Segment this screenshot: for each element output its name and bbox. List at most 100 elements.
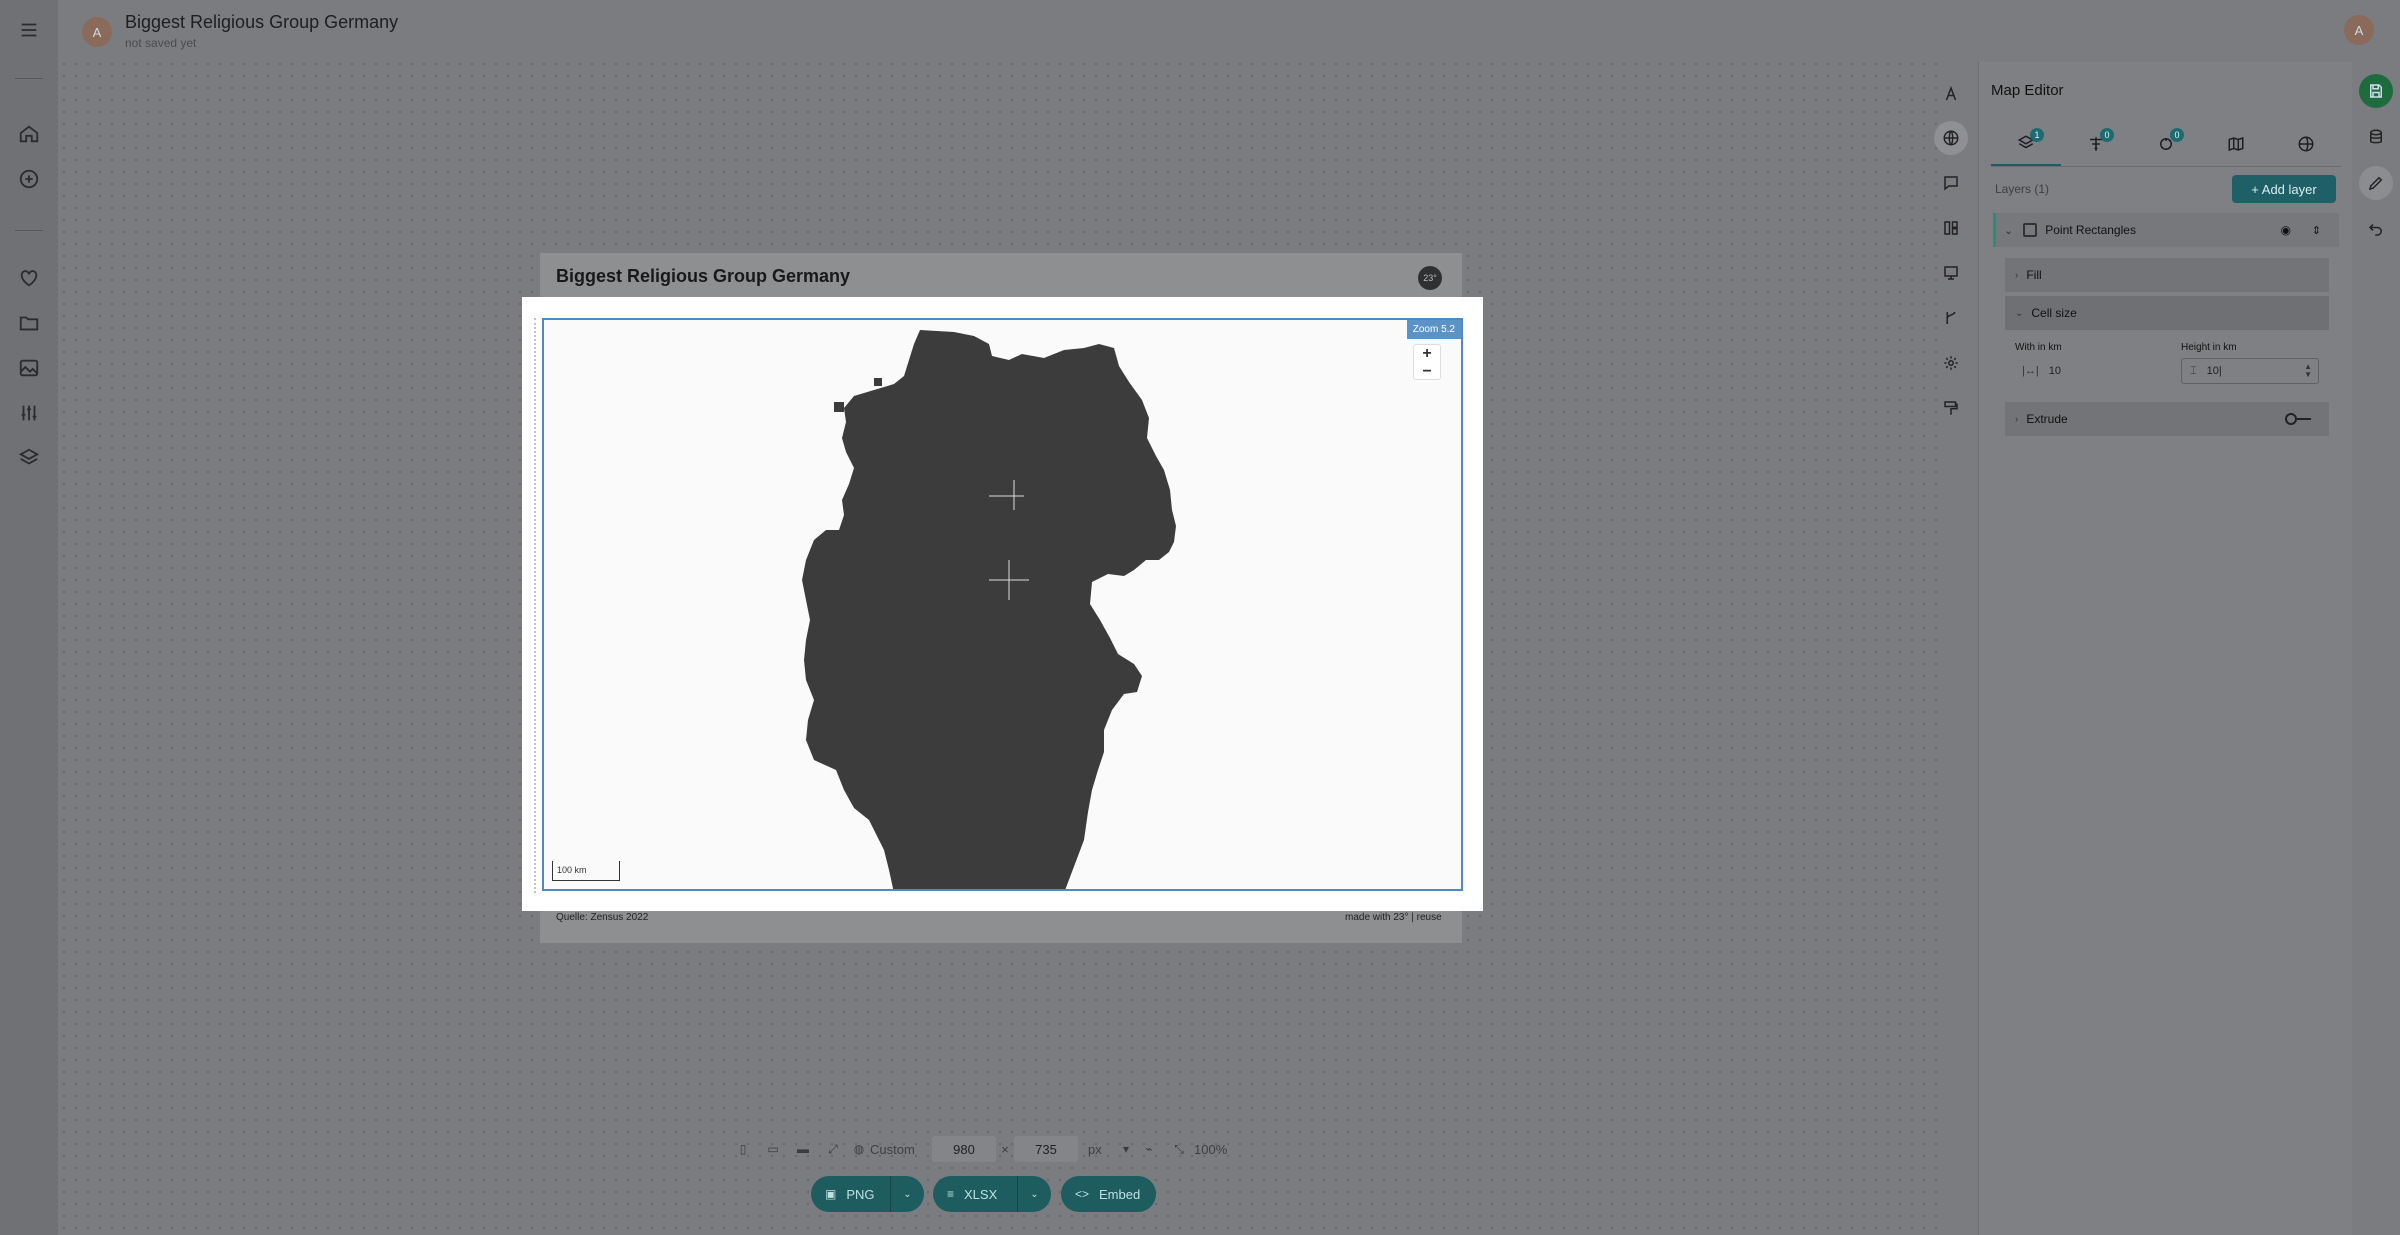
preset-icon: ◍	[853, 1142, 865, 1156]
height-icon: ⌶	[2190, 364, 2197, 377]
tablet-icon[interactable]: ▭	[758, 1142, 788, 1156]
section-cell-size[interactable]: ⌄ Cell size	[2005, 296, 2329, 330]
times-sign: ×	[1001, 1141, 1009, 1157]
layer-name: Point Rectangles	[2045, 223, 2136, 237]
scale-label: 100 km	[557, 865, 587, 875]
chevron-down-icon[interactable]: ⌄	[890, 1176, 924, 1212]
zoom-in-button[interactable]: +	[1422, 345, 1431, 363]
save-button[interactable]	[2359, 74, 2393, 108]
sliders-icon[interactable]	[15, 399, 43, 427]
tab-projection[interactable]	[2271, 122, 2341, 166]
add-circle-icon[interactable]	[15, 165, 43, 193]
chevron-down-icon[interactable]: ⌄	[2004, 224, 2013, 237]
tab-layers[interactable]: 1	[1991, 122, 2061, 166]
folder-icon[interactable]	[15, 309, 43, 337]
card-title[interactable]: Biggest Religious Group Germany	[556, 266, 850, 287]
user-initial: A	[2354, 22, 2364, 38]
tab-count: 0	[2100, 128, 2114, 142]
document-title[interactable]: Biggest Religious Group Germany	[125, 12, 398, 33]
extrude-toggle[interactable]	[2285, 413, 2311, 425]
text-icon[interactable]	[1934, 77, 1968, 111]
heart-icon[interactable]	[15, 264, 43, 292]
chevron-right-icon: ›	[2015, 413, 2019, 425]
image-icon[interactable]	[15, 354, 43, 382]
height-input[interactable]: ⌶ 10| ▲ ▼	[2181, 358, 2319, 384]
source-note: Quelle: Zensus 2022	[556, 912, 649, 923]
section-label: Fill	[2026, 268, 2042, 282]
zoom-control: + −	[1413, 344, 1441, 380]
width-label: With in km	[2015, 342, 2062, 353]
xlsx-label: XLSX	[964, 1186, 998, 1202]
image-icon: ▣	[825, 1187, 837, 1201]
height-px-input[interactable]: 735	[1014, 1136, 1078, 1162]
chevron-down-icon: ⌄	[2015, 307, 2024, 319]
phone-icon[interactable]: ▯	[728, 1142, 758, 1156]
laptop-icon[interactable]: ▬	[788, 1142, 818, 1156]
edit-icon[interactable]	[2359, 166, 2393, 200]
resize-icon[interactable]: ⤡	[1164, 1142, 1194, 1157]
germany-map	[802, 330, 1176, 889]
chevron-right-icon: ›	[2015, 269, 2019, 281]
section-label: Extrude	[2026, 412, 2068, 426]
globe-icon	[2298, 136, 2314, 152]
size-preset[interactable]: Custom	[870, 1142, 932, 1157]
toggle-knob	[2285, 413, 2297, 425]
map-icon	[2228, 136, 2244, 152]
editor-title: Map Editor	[1991, 82, 2064, 99]
toggle-track	[2297, 418, 2311, 420]
tab-basemap[interactable]	[2201, 122, 2271, 166]
caret-down-icon[interactable]: ▾	[1118, 1142, 1134, 1156]
height-label: Height in km	[2181, 342, 2237, 353]
chevron-down-icon[interactable]: ⌄	[1017, 1176, 1051, 1212]
width-input[interactable]: |↔| 10	[2013, 358, 2163, 384]
unit-select[interactable]: px	[1088, 1142, 1118, 1157]
size-bar: ▯ ▭ ▬ ⤢ ◍ Custom 980 × 735 px ▾ ⌁ ⤡ 100%	[728, 1136, 1227, 1162]
reorder-icon[interactable]: ⇕	[2312, 224, 2321, 237]
tab-filters[interactable]: 0	[2061, 122, 2131, 166]
width-icon: |↔|	[2022, 365, 2039, 377]
section-fill[interactable]: › Fill	[2005, 258, 2329, 292]
code-icon: <>	[1075, 1187, 1090, 1201]
add-layer-button[interactable]: + Add layer	[2232, 175, 2336, 203]
undo-icon[interactable]	[2359, 212, 2393, 246]
branch-icon[interactable]	[1934, 301, 1968, 335]
preview-zoom: 100%	[1194, 1141, 1228, 1157]
stack-icon[interactable]	[15, 444, 43, 472]
user-avatar[interactable]: A	[2344, 15, 2374, 45]
globe-icon[interactable]	[1934, 121, 1968, 155]
height-value: 10|	[2206, 365, 2222, 377]
section-extrude[interactable]: › Extrude	[2005, 402, 2329, 436]
width-px-input[interactable]: 980	[932, 1136, 996, 1162]
brand-logo: 23°	[1418, 266, 1442, 290]
map-viewport[interactable]: Zoom 5.2 + − 100 km	[542, 318, 1463, 891]
eye-icon[interactable]: ◉	[2281, 223, 2291, 237]
grid-icon[interactable]	[1934, 211, 1968, 245]
zoom-out-button[interactable]: −	[1422, 363, 1431, 381]
made-with-note: made with 23° | reuse	[1345, 912, 1442, 923]
fullscreen-icon[interactable]: ⤢	[818, 1142, 848, 1157]
link-aspect-icon[interactable]: ⌁	[1134, 1142, 1164, 1156]
home-icon[interactable]	[15, 120, 43, 148]
png-export-button[interactable]: ▣ PNG ⌄	[811, 1176, 924, 1212]
tab-links[interactable]: 0	[2131, 122, 2201, 166]
xlsx-export-button[interactable]: ≡ XLSX ⌄	[933, 1176, 1051, 1212]
layer-type-icon	[2023, 223, 2038, 237]
comment-icon[interactable]	[1934, 166, 1968, 200]
settings-icon[interactable]	[1934, 346, 1968, 380]
editor-tabs: 1 0 0	[1991, 122, 2341, 166]
database-icon[interactable]	[2359, 120, 2393, 154]
tab-count: 0	[2170, 128, 2184, 142]
rail-divider	[15, 230, 43, 231]
germany-shape	[802, 330, 1176, 889]
stepper-icon[interactable]: ▲ ▼	[2304, 363, 2312, 379]
embed-button[interactable]: <> Embed	[1061, 1176, 1156, 1212]
frame-guide	[534, 318, 538, 893]
presentation-icon[interactable]	[1934, 256, 1968, 290]
paint-roller-icon[interactable]	[1934, 391, 1968, 425]
left-rail	[0, 0, 58, 1235]
menu-icon[interactable]	[15, 16, 43, 44]
layer-row-point-rectangles[interactable]: ⌄ Point Rectangles ◉ ⇕	[1993, 213, 2339, 247]
zoom-level-badge: Zoom 5.2	[1406, 320, 1461, 339]
section-label: Cell size	[2031, 306, 2077, 320]
logo-text: 23°	[1423, 273, 1437, 283]
